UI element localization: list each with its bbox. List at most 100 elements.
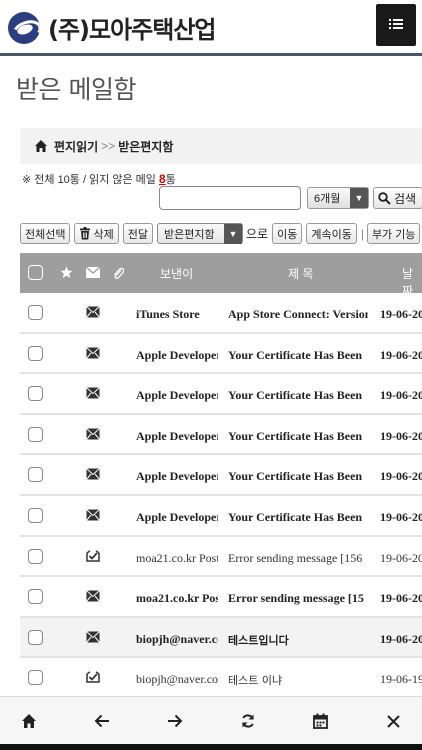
row-checkbox[interactable] (28, 670, 43, 686)
row-checkbox[interactable] (28, 629, 43, 645)
period-select-value: 6개월 (314, 193, 341, 205)
row-date: 19-06-20 (380, 428, 422, 443)
row-date: 19-06-20 (380, 591, 422, 606)
search-icon (378, 191, 391, 205)
mail-summary: ※ 전체 10통 / 읽지 않은 메일 8통 (22, 171, 176, 187)
delete-button[interactable]: 삭제 (74, 223, 119, 244)
table-row[interactable]: moa21.co.kr Postmaster Error sending mes… (20, 536, 422, 578)
browser-toolbar (0, 696, 422, 744)
select-all-checkbox[interactable] (28, 265, 43, 280)
row-subject[interactable]: Your Certificate Has Been (228, 510, 368, 525)
table-row[interactable]: biopjh@naver.com 테스트 이냐 19-06-19 (20, 658, 422, 699)
calendar-icon (312, 713, 328, 729)
folder-select[interactable]: 받은편지함 ▼ (156, 223, 243, 244)
period-select[interactable]: 6개월 ▼ (307, 187, 369, 209)
row-subject[interactable]: Error sending message [15 (228, 591, 368, 606)
row-subject[interactable]: Your Certificate Has Been (228, 469, 368, 484)
breadcrumb: 편지읽기 >> 받은편지함 (20, 128, 422, 164)
company-logo[interactable]: (주)모아주택산업 (8, 10, 216, 45)
unread-count[interactable]: 8 (159, 172, 166, 186)
table-row[interactable]: iTunes Store App Store Connect: Version … (20, 293, 422, 334)
envelope-icon (86, 509, 100, 521)
breadcrumb-item-inbox[interactable]: 받은편지함 (118, 138, 173, 155)
table-row[interactable]: Apple Developer Your Certificate Has Bee… (20, 374, 422, 415)
row-sender: Apple Developer (136, 347, 218, 362)
envelope-icon (86, 590, 100, 602)
row-date: 19-06-20 (380, 550, 422, 565)
row-subject[interactable]: Your Certificate Has Been (228, 348, 368, 363)
envelope-icon (86, 387, 100, 400)
nav-refresh-button[interactable] (238, 711, 258, 731)
close-icon (386, 714, 400, 728)
row-sender: Apple Developer (136, 428, 218, 443)
paperclip-icon (114, 267, 124, 280)
star-icon (60, 266, 73, 278)
row-checkbox[interactable] (28, 426, 43, 442)
envelope-icon (86, 306, 100, 318)
row-date: 19-06-20 (380, 388, 422, 403)
search-button[interactable]: 검색 (373, 187, 422, 209)
row-checkbox[interactable] (28, 589, 43, 605)
folder-select-value: 받은편지함 (163, 228, 215, 241)
nav-home-button[interactable] (19, 711, 39, 731)
trash-icon (80, 227, 91, 240)
page-title: 받은 메일함 (16, 75, 136, 104)
row-subject[interactable]: App Store Connect: Version (228, 307, 368, 322)
row-subject[interactable]: Your Certificate Has Been (228, 388, 368, 403)
nav-close-button[interactable] (383, 711, 403, 731)
envelope-icon (86, 630, 100, 643)
system-bar (0, 744, 422, 750)
row-checkbox[interactable] (28, 386, 43, 402)
envelope-check-icon (86, 549, 100, 562)
table-row[interactable]: biopjh@naver.com 테스트입니다 19-06-20 (20, 617, 422, 659)
row-subject[interactable]: 테스트입니다 (228, 632, 368, 648)
table-header: 보낸이 제 목 날짜 (20, 253, 422, 298)
delete-button-label: 삭제 (93, 228, 114, 241)
row-checkbox[interactable] (28, 507, 43, 523)
row-checkbox[interactable] (28, 345, 43, 361)
back-icon (94, 714, 109, 728)
forward-button[interactable]: 전달 (122, 223, 153, 244)
home-icon (22, 714, 36, 728)
table-row[interactable]: Apple Developer Your Certificate Has Bee… (20, 333, 422, 375)
row-sender: moa21.co.kr Postmaster (136, 591, 218, 606)
table-row[interactable]: Apple Developer Your Certificate Has Bee… (20, 414, 422, 456)
row-subject[interactable]: 테스트 이냐 (228, 672, 368, 688)
app-header: (주)모아주택산업 (0, 0, 422, 56)
row-sender: Apple Developer (136, 469, 218, 484)
chevron-down-icon: ▼ (223, 224, 242, 244)
move-button[interactable]: 이동 (272, 223, 303, 244)
search-row: 6개월 ▼ 검색 (159, 186, 422, 210)
menu-button[interactable] (376, 4, 416, 46)
row-subject[interactable]: Your Certificate Has Been (228, 429, 368, 444)
table-row[interactable]: Apple Developer Your Certificate Has Bee… (20, 495, 422, 537)
move-to-text: 으로 (245, 227, 269, 241)
breadcrumb-item-read[interactable]: 편지읽기 (54, 138, 98, 155)
continue-move-button[interactable]: 계속이동 (306, 223, 357, 244)
row-date: 19-06-20 (380, 307, 422, 321)
table-row[interactable]: moa21.co.kr Postmaster Error sending mes… (20, 577, 422, 618)
extra-functions-button[interactable]: 부가 기능 (366, 223, 421, 244)
row-date: 19-06-20 (380, 469, 422, 484)
row-sender: biopjh@naver.com (136, 672, 218, 687)
row-checkbox[interactable] (28, 467, 43, 483)
mail-toolbar: 전체선택 삭제 전달 받은편지함 ▼ 으로 이동 계속이동 | 부가 기능 (20, 223, 422, 244)
home-icon[interactable] (34, 139, 48, 153)
envelope-icon (86, 427, 100, 440)
logo-mark-icon (8, 11, 40, 44)
row-sender: Apple Developer (136, 509, 218, 524)
nav-back-button[interactable] (92, 711, 112, 731)
header-subject[interactable]: 제 목 (288, 265, 313, 282)
select-all-button[interactable]: 전체선택 (20, 223, 71, 244)
header-sender[interactable]: 보낸이 (160, 265, 193, 282)
summary-prefix: ※ 전체 10통 / 읽지 않은 메일 (22, 174, 159, 186)
search-input[interactable] (159, 186, 301, 210)
nav-forward-button[interactable] (165, 711, 185, 731)
row-checkbox[interactable] (28, 305, 43, 320)
table-row[interactable]: Apple Developer Your Certificate Has Bee… (20, 455, 422, 496)
row-date: 19-06-20 (380, 509, 422, 524)
nav-calendar-button[interactable] (310, 711, 330, 731)
row-subject[interactable]: Error sending message [156 (228, 551, 368, 566)
forward-icon (168, 714, 183, 728)
row-checkbox[interactable] (28, 548, 43, 564)
